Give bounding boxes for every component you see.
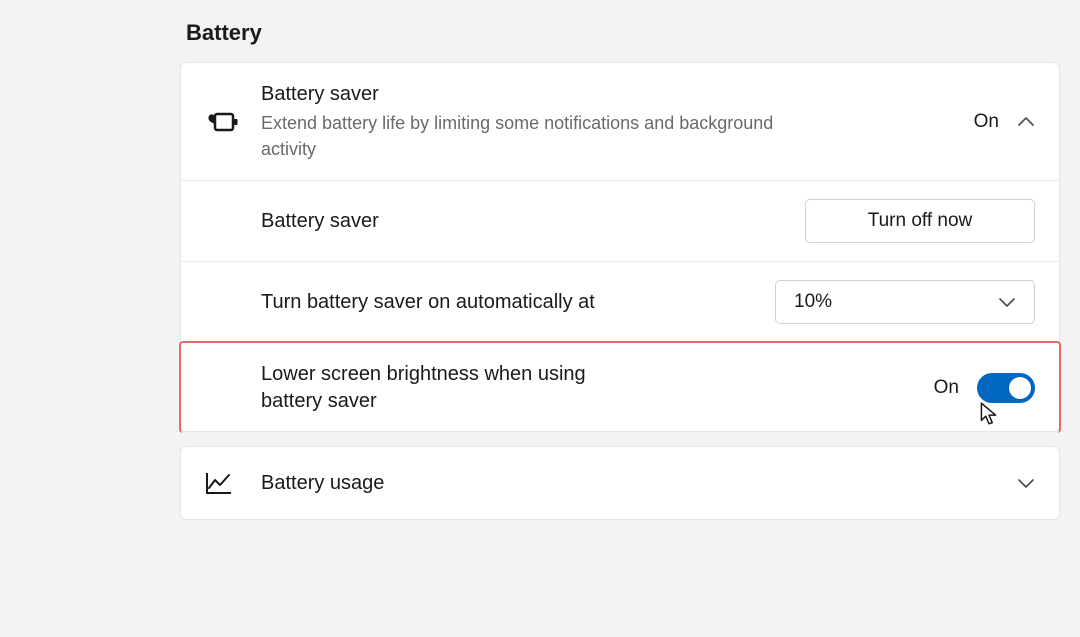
toggle-knob (1009, 377, 1031, 399)
battery-usage-group[interactable]: Battery usage (180, 446, 1060, 520)
battery-saver-manual-row: Battery saver Turn off now (181, 181, 1059, 262)
chevron-down-icon (998, 293, 1016, 311)
turn-off-now-button[interactable]: Turn off now (805, 199, 1035, 243)
battery-saver-group: Battery saver Extend battery life by lim… (180, 62, 1060, 432)
lower-brightness-label: Lower screen brightness when using batte… (261, 361, 641, 415)
battery-usage-icon (205, 471, 241, 495)
section-title: Battery (186, 20, 1060, 46)
chevron-down-icon (1017, 474, 1035, 492)
cursor-icon (978, 401, 1000, 427)
battery-saver-auto-row: Turn battery saver on automatically at 1… (181, 262, 1059, 343)
lower-brightness-toggle[interactable] (977, 373, 1035, 403)
auto-threshold-value: 10% (794, 291, 832, 313)
auto-threshold-dropdown[interactable]: 10% (775, 280, 1035, 324)
battery-saver-header[interactable]: Battery saver Extend battery life by lim… (181, 63, 1059, 181)
battery-saver-auto-label: Turn battery saver on automatically at (261, 289, 775, 316)
battery-saver-icon (205, 110, 241, 134)
battery-saver-description: Extend battery life by limiting some not… (261, 110, 801, 162)
lower-brightness-status: On (934, 377, 959, 399)
lower-brightness-row: Lower screen brightness when using batte… (179, 341, 1061, 433)
battery-usage-title: Battery usage (261, 470, 1017, 497)
battery-saver-manual-label: Battery saver (261, 208, 805, 235)
battery-saver-status: On (974, 111, 999, 133)
chevron-up-icon (1017, 113, 1035, 131)
battery-saver-title: Battery saver (261, 81, 974, 108)
